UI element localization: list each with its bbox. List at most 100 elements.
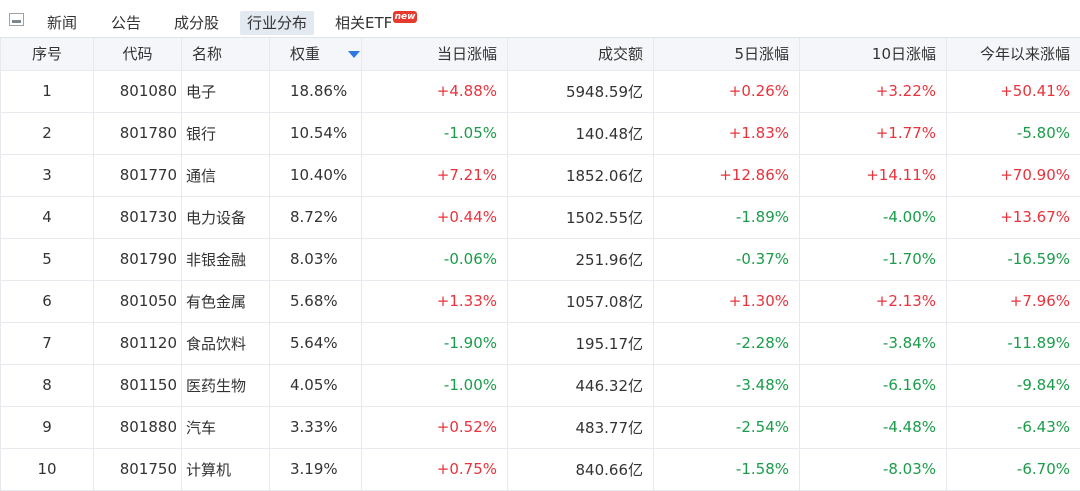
collapse-panel-icon[interactable] [9, 13, 24, 26]
cell-daily-change: +1.33% [362, 280, 508, 322]
cell-daily-change: +4.88% [362, 70, 508, 112]
cell-index: 9 [1, 406, 94, 448]
cell-ytd-change: +70.90% [947, 154, 1080, 196]
cell-code: 801790 [94, 238, 182, 280]
new-badge: new [393, 11, 417, 23]
tab-related-etf[interactable]: 相关ETF [328, 11, 399, 35]
tab-announcements[interactable]: 公告 [104, 11, 148, 35]
cell-10day-change: +1.77% [800, 112, 947, 154]
cell-weight: 10.54% [270, 112, 362, 154]
col-header-name[interactable]: 名称 [182, 38, 270, 70]
cell-index: 5 [1, 238, 94, 280]
col-header-index[interactable]: 序号 [1, 38, 94, 70]
cell-weight: 4.05% [270, 364, 362, 406]
cell-index: 1 [1, 70, 94, 112]
cell-name: 电子 [182, 70, 270, 112]
cell-5day-change: -2.54% [654, 406, 800, 448]
cell-5day-change: -0.37% [654, 238, 800, 280]
cell-name: 食品饮料 [182, 322, 270, 364]
cell-turnover: 5948.59亿 [508, 70, 654, 112]
cell-turnover: 1852.06亿 [508, 154, 654, 196]
col-header-weight-label: 权重 [290, 45, 320, 63]
tab-news[interactable]: 新闻 [40, 11, 84, 35]
cell-10day-change: +14.11% [800, 154, 947, 196]
cell-5day-change: -1.58% [654, 448, 800, 490]
cell-5day-change: +1.83% [654, 112, 800, 154]
col-header-code[interactable]: 代码 [94, 38, 182, 70]
cell-weight: 8.03% [270, 238, 362, 280]
cell-code: 801880 [94, 406, 182, 448]
table-row[interactable]: 10801750计算机3.19%+0.75%840.66亿-1.58%-8.03… [1, 448, 1080, 490]
tab-bar: 新闻 公告 成分股 行业分布 相关ETF new [0, 0, 1080, 38]
cell-10day-change: +3.22% [800, 70, 947, 112]
cell-weight: 18.86% [270, 70, 362, 112]
table-row[interactable]: 8801150医药生物4.05%-1.00%446.32亿-3.48%-6.16… [1, 364, 1080, 406]
tab-industry-distribution[interactable]: 行业分布 [240, 11, 314, 35]
cell-10day-change: -4.00% [800, 196, 947, 238]
cell-5day-change: -3.48% [654, 364, 800, 406]
cell-name: 银行 [182, 112, 270, 154]
col-header-ytd-change[interactable]: 今年以来涨幅 [947, 38, 1080, 70]
cell-index: 10 [1, 448, 94, 490]
table-row[interactable]: 1801080电子18.86%+4.88%5948.59亿+0.26%+3.22… [1, 70, 1080, 112]
cell-weight: 8.72% [270, 196, 362, 238]
table-row[interactable]: 3801770通信10.40%+7.21%1852.06亿+12.86%+14.… [1, 154, 1080, 196]
sort-descending-arrow-icon[interactable] [348, 51, 360, 58]
cell-turnover: 446.32亿 [508, 364, 654, 406]
cell-index: 8 [1, 364, 94, 406]
cell-name: 汽车 [182, 406, 270, 448]
cell-turnover: 140.48亿 [508, 112, 654, 154]
cell-turnover: 195.17亿 [508, 322, 654, 364]
cell-10day-change: -1.70% [800, 238, 947, 280]
cell-index: 7 [1, 322, 94, 364]
cell-index: 6 [1, 280, 94, 322]
cell-turnover: 251.96亿 [508, 238, 654, 280]
cell-5day-change: +12.86% [654, 154, 800, 196]
col-header-10day-change[interactable]: 10日涨幅 [800, 38, 947, 70]
col-header-weight[interactable]: 权重 [270, 38, 362, 70]
cell-code: 801770 [94, 154, 182, 196]
cell-10day-change: -6.16% [800, 364, 947, 406]
col-header-daily-change[interactable]: 当日涨幅 [362, 38, 508, 70]
cell-name: 计算机 [182, 448, 270, 490]
cell-turnover: 840.66亿 [508, 448, 654, 490]
cell-5day-change: -2.28% [654, 322, 800, 364]
cell-name: 通信 [182, 154, 270, 196]
col-header-5day-change[interactable]: 5日涨幅 [654, 38, 800, 70]
tab-constituents[interactable]: 成分股 [167, 11, 226, 35]
table-row[interactable]: 5801790非银金融8.03%-0.06%251.96亿-0.37%-1.70… [1, 238, 1080, 280]
table-row[interactable]: 7801120食品饮料5.64%-1.90%195.17亿-2.28%-3.84… [1, 322, 1080, 364]
table-row[interactable]: 9801880汽车3.33%+0.52%483.77亿-2.54%-4.48%-… [1, 406, 1080, 448]
table-header-row: 序号 代码 名称 权重 当日涨幅 成交额 5日涨幅 10日涨幅 今年以来涨幅 [1, 38, 1080, 70]
col-header-turnover[interactable]: 成交额 [508, 38, 654, 70]
cell-name: 医药生物 [182, 364, 270, 406]
cell-ytd-change: +7.96% [947, 280, 1080, 322]
cell-ytd-change: -9.84% [947, 364, 1080, 406]
cell-daily-change: -1.90% [362, 322, 508, 364]
table-row[interactable]: 6801050有色金属5.68%+1.33%1057.08亿+1.30%+2.1… [1, 280, 1080, 322]
cell-turnover: 1057.08亿 [508, 280, 654, 322]
cell-turnover: 483.77亿 [508, 406, 654, 448]
table-row[interactable]: 4801730电力设备8.72%+0.44%1502.55亿-1.89%-4.0… [1, 196, 1080, 238]
cell-weight: 5.64% [270, 322, 362, 364]
cell-code: 801050 [94, 280, 182, 322]
cell-ytd-change: +50.41% [947, 70, 1080, 112]
cell-code: 801730 [94, 196, 182, 238]
cell-code: 801080 [94, 70, 182, 112]
cell-name: 有色金属 [182, 280, 270, 322]
cell-daily-change: -0.06% [362, 238, 508, 280]
cell-name: 电力设备 [182, 196, 270, 238]
cell-name: 非银金融 [182, 238, 270, 280]
cell-code: 801120 [94, 322, 182, 364]
cell-10day-change: -3.84% [800, 322, 947, 364]
cell-10day-change: -4.48% [800, 406, 947, 448]
cell-weight: 10.40% [270, 154, 362, 196]
cell-daily-change: +0.44% [362, 196, 508, 238]
cell-weight: 5.68% [270, 280, 362, 322]
cell-daily-change: -1.05% [362, 112, 508, 154]
cell-index: 3 [1, 154, 94, 196]
cell-daily-change: +7.21% [362, 154, 508, 196]
table-row[interactable]: 2801780银行10.54%-1.05%140.48亿+1.83%+1.77%… [1, 112, 1080, 154]
cell-code: 801780 [94, 112, 182, 154]
cell-ytd-change: +13.67% [947, 196, 1080, 238]
